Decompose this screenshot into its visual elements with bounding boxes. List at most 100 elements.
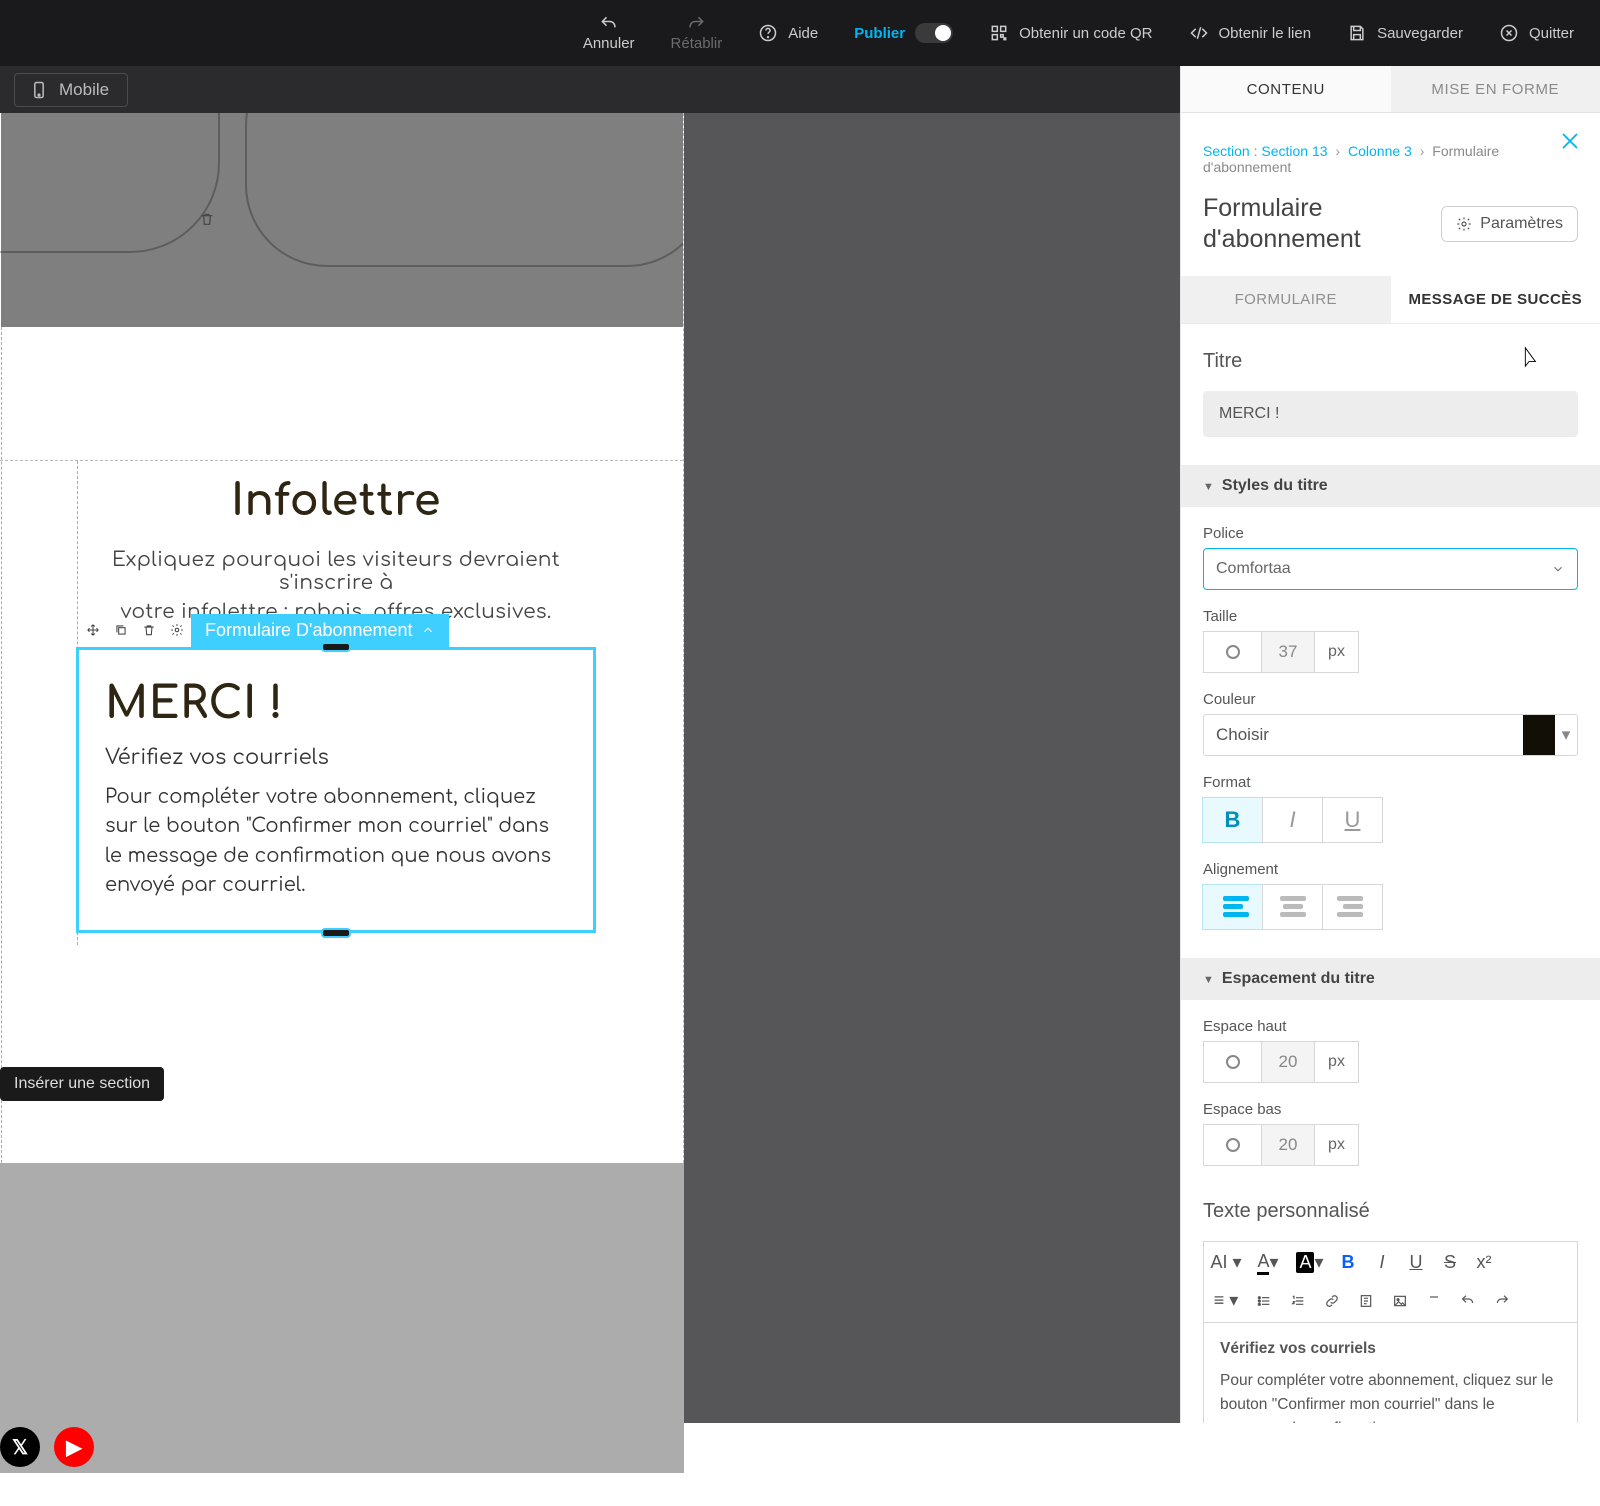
rte-clear-format-button[interactable]: [1418, 1284, 1450, 1318]
crumb-section[interactable]: Section : Section 13: [1203, 143, 1328, 159]
align-center-button[interactable]: [1262, 884, 1323, 930]
field-title-label: Titre: [1203, 350, 1578, 373]
mobile-icon: [29, 80, 49, 100]
title-input[interactable]: [1203, 391, 1578, 437]
font-select[interactable]: Comfortaa: [1203, 548, 1578, 590]
save-button[interactable]: Sauvegarder: [1341, 19, 1469, 47]
redo-button[interactable]: Rétablir: [665, 10, 729, 57]
chevron-down-icon: [1551, 562, 1565, 576]
code-icon: [1189, 23, 1209, 43]
rte-italic-button[interactable]: I: [1366, 1246, 1398, 1280]
space-bot-input[interactable]: 20 px: [1203, 1124, 1363, 1166]
undo-button[interactable]: Annuler: [577, 10, 641, 57]
space-top-input[interactable]: 20 px: [1203, 1041, 1363, 1083]
move-icon[interactable]: [79, 616, 107, 644]
selection-toolbar: Formulaire D'abonnement: [79, 614, 449, 646]
redo-icon: [686, 14, 706, 34]
save-icon: [1347, 23, 1367, 43]
tab-content[interactable]: CONTENU: [1181, 66, 1391, 113]
resize-handle-bottom[interactable]: [321, 928, 351, 938]
rte-toolbar: AI ▾ A ▾ A ▾ B I U S x² ≡ ▾: [1203, 1241, 1578, 1322]
align-left-button[interactable]: [1202, 884, 1263, 930]
align-label: Alignement: [1203, 861, 1383, 878]
publish-switch[interactable]: [915, 23, 953, 43]
properties-panel: CONTENU MISE EN FORME Section : Section …: [1180, 66, 1600, 1423]
accordion-title-spacing[interactable]: Espacement du titre: [1181, 958, 1600, 1000]
breadcrumb: Section : Section 13 › Colonne 3 › Formu…: [1203, 143, 1578, 175]
qr-icon: [989, 23, 1009, 43]
custom-text-label: Texte personnalisé: [1203, 1200, 1578, 1223]
success-subtitle: Vérifiez vos courriels: [105, 745, 573, 769]
rte-number-list-button[interactable]: [1282, 1284, 1314, 1318]
rte-file-button[interactable]: [1350, 1284, 1382, 1318]
rte-redo-button[interactable]: [1486, 1284, 1518, 1318]
top-toolbar: Annuler Rétablir Aide Publier Obtenir un…: [0, 0, 1600, 66]
align-buttons: [1203, 884, 1383, 930]
align-right-button[interactable]: [1322, 884, 1383, 930]
rte-superscript-button[interactable]: x²: [1468, 1246, 1500, 1280]
format-label: Format: [1203, 774, 1383, 791]
space-bot-label: Espace bas: [1203, 1101, 1383, 1118]
duplicate-icon[interactable]: [107, 616, 135, 644]
tab-layout[interactable]: MISE EN FORME: [1391, 66, 1600, 113]
settings-button[interactable]: Paramètres: [1441, 206, 1578, 242]
dim-overlay: [1, 113, 683, 327]
rte-bullet-list-button[interactable]: [1248, 1284, 1280, 1318]
quit-button[interactable]: Quitter: [1493, 19, 1580, 47]
rte-image-button[interactable]: [1384, 1284, 1416, 1318]
resize-handle-top[interactable]: [321, 642, 351, 652]
color-swatch: [1523, 714, 1555, 756]
panel-title: Formulaire d'abonnement: [1203, 193, 1429, 256]
rte-underline-button[interactable]: U: [1400, 1246, 1432, 1280]
selection-label[interactable]: Formulaire D'abonnement: [191, 614, 449, 647]
help-icon: [758, 23, 778, 43]
size-label: Taille: [1203, 608, 1383, 625]
guide-line: [1, 327, 2, 1163]
color-chooser[interactable]: Choisir ▾: [1203, 714, 1578, 756]
size-input[interactable]: 37 px: [1203, 631, 1363, 673]
rte-align-button[interactable]: ≡ ▾: [1206, 1284, 1246, 1318]
accordion-title-styles[interactable]: Styles du titre: [1181, 465, 1600, 507]
help-button[interactable]: Aide: [752, 19, 824, 47]
newsletter-heading: Infolettre: [76, 478, 596, 526]
social-x-icon[interactable]: 𝕏: [0, 1427, 40, 1467]
undo-icon: [599, 14, 619, 34]
chevron-up-icon: [421, 623, 435, 637]
social-youtube-icon[interactable]: ▶: [54, 1427, 94, 1467]
crumb-column[interactable]: Colonne 3: [1348, 143, 1412, 159]
rte-font-size-button[interactable]: AI ▾: [1206, 1246, 1246, 1280]
qr-button[interactable]: Obtenir un code QR: [983, 19, 1158, 47]
rte-editor[interactable]: Vérifiez vos courriels Pour compléter vo…: [1203, 1322, 1578, 1424]
rte-highlight-button[interactable]: A ▾: [1290, 1246, 1330, 1280]
mobile-view-button[interactable]: Mobile: [14, 73, 128, 107]
gear-icon: [1456, 216, 1472, 232]
trash-icon[interactable]: [135, 616, 163, 644]
rte-undo-button[interactable]: [1452, 1284, 1484, 1318]
insert-section-button[interactable]: Insérer une section: [0, 1067, 164, 1101]
font-label: Police: [1203, 525, 1578, 542]
tab-form[interactable]: FORMULAIRE: [1181, 276, 1391, 324]
widget-subtabs: FORMULAIRE MESSAGE DE SUCCÈS: [1181, 276, 1600, 324]
rte-heading-text: Vérifiez vos courriels: [1220, 1337, 1561, 1361]
format-buttons: B I U: [1203, 797, 1383, 843]
link-button[interactable]: Obtenir le lien: [1183, 19, 1318, 47]
content-column[interactable]: Infolettre Expliquez pourquoi les visite…: [76, 478, 596, 933]
rte-link-button[interactable]: [1316, 1284, 1348, 1318]
rte-text-color-button[interactable]: A ▾: [1248, 1246, 1288, 1280]
rte-strike-button[interactable]: S: [1434, 1246, 1466, 1280]
success-title: MERCI !: [105, 680, 573, 729]
tab-success[interactable]: MESSAGE DE SUCCÈS: [1391, 276, 1600, 324]
italic-button[interactable]: I: [1262, 797, 1323, 843]
publish-toggle[interactable]: Publier: [848, 19, 959, 47]
close-icon[interactable]: [1558, 129, 1582, 153]
space-top-label: Espace haut: [1203, 1018, 1383, 1035]
color-label: Couleur: [1203, 691, 1578, 708]
newsletter-explain-1: Expliquez pourquoi les visiteurs devraie…: [76, 548, 596, 594]
page-preview[interactable]: Infolettre Expliquez pourquoi les visite…: [0, 113, 684, 1163]
underline-button[interactable]: U: [1322, 797, 1383, 843]
gear-icon[interactable]: [163, 616, 191, 644]
bold-button[interactable]: B: [1202, 797, 1263, 843]
success-body: Pour compléter votre abonnement, cliquez…: [105, 783, 567, 900]
selected-widget[interactable]: Formulaire D'abonnement MERCI ! Vérifiez…: [76, 647, 596, 933]
rte-bold-button[interactable]: B: [1332, 1246, 1364, 1280]
